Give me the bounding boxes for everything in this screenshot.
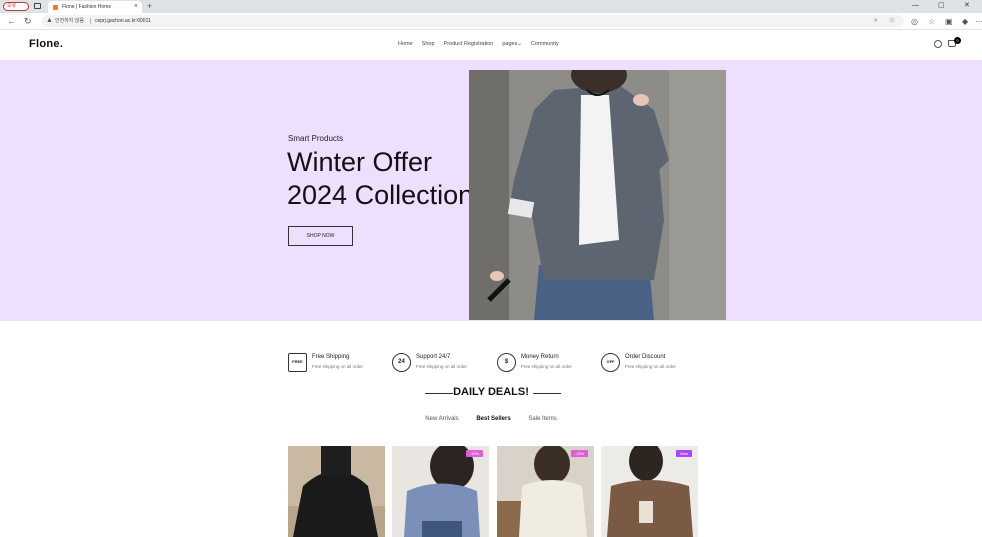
address-bar[interactable]: ▲ 안전하지 않음 ceprj.gachon.ac.kr:60011 ⌕ ☆ [42, 15, 904, 27]
product-card-3[interactable]: -10% [497, 446, 594, 537]
deals-divider-right [533, 393, 561, 394]
discount-icon: OFF [601, 353, 620, 372]
feature-money-return: $ Money Return Free shipping on all orde… [497, 353, 602, 377]
shop-now-button[interactable]: SHOP NOW [288, 226, 353, 246]
url-text[interactable]: ceprj.gachon.ac.kr:60011 [95, 15, 151, 27]
browser-tab-bar: 오류 Flone | Fashion Home × + — ▢ ✕ [0, 0, 982, 13]
close-window-button[interactable]: ✕ [964, 0, 970, 12]
back-icon[interactable]: ← [7, 16, 16, 27]
copilot-icon[interactable]: ◆ [962, 16, 968, 27]
nav-community[interactable]: Community [531, 40, 559, 48]
browser-tab[interactable]: Flone | Fashion Home × [48, 1, 142, 13]
feature-desc: Free shipping on all order [521, 364, 573, 369]
feature-title: Free Shipping [312, 354, 350, 360]
tab-actions-icon[interactable] [34, 3, 41, 9]
nav-pages-label: pages [502, 41, 518, 47]
site-logo[interactable]: Flone. [29, 38, 63, 50]
hero-banner: Smart Products Winter Offer 2024 Collect… [0, 60, 982, 321]
product-image[interactable] [601, 446, 698, 537]
security-warning[interactable]: 안전하지 않음 [55, 15, 84, 27]
product-image[interactable] [497, 446, 594, 537]
profile-error-button[interactable]: 오류 [3, 2, 29, 11]
feature-order-discount: OFF Order Discount Free shipping on all … [601, 353, 706, 377]
new-tab-button[interactable]: + [147, 0, 152, 12]
nav-pages[interactable]: pages⌄ [502, 40, 522, 48]
favicon-icon [53, 5, 58, 10]
feature-desc: Free shipping on all order [416, 364, 468, 369]
url-separator [90, 18, 91, 24]
collections-icon[interactable]: ▣ [945, 16, 953, 27]
product-image[interactable] [392, 446, 489, 537]
tab-new-arrivals[interactable]: New Arrivals [425, 416, 458, 422]
tab-best-sellers[interactable]: Best Sellers [476, 416, 510, 422]
truck-icon: FREE [288, 353, 307, 372]
more-menu-icon[interactable]: ⋯ [975, 16, 982, 27]
tab-sale-items[interactable]: Sale Items [528, 416, 556, 422]
bookmark-star-icon[interactable]: ☆ [889, 15, 895, 27]
cart-count-badge: 0 [954, 37, 961, 44]
nav-shop[interactable]: Shop [422, 40, 435, 48]
feature-title: Money Return [521, 354, 559, 360]
feature-desc: Free shipping on all order [625, 364, 677, 369]
hero-subtitle: Smart Products [288, 134, 344, 143]
discount-badge: -10% [570, 450, 588, 457]
tab-close-icon[interactable]: × [134, 1, 138, 13]
nav-home[interactable]: Home [398, 40, 413, 48]
user-icon[interactable] [934, 40, 942, 48]
daily-deals-title: DAILY DEALS! [453, 386, 529, 398]
hero-title: Winter Offer 2024 Collection [287, 146, 473, 212]
warning-icon[interactable]: ▲ [46, 17, 53, 25]
product-card-1[interactable] [288, 446, 385, 537]
maximize-button[interactable]: ▢ [938, 0, 945, 12]
zoom-icon[interactable]: ⌕ [874, 15, 878, 27]
main-nav: Home Shop Product Registration pages⌄ Co… [398, 40, 559, 48]
support-24-icon: 24 [392, 353, 411, 372]
discount-badge: -10% [465, 450, 483, 457]
new-badge: New [675, 450, 692, 457]
deal-tabs: New Arrivals Best Sellers Sale Items [0, 416, 982, 422]
browser-toolbar: ← ↻ ▲ 안전하지 않음 ceprj.gachon.ac.kr:60011 ⌕… [0, 13, 982, 30]
reload-icon[interactable]: ↻ [24, 16, 32, 27]
product-image[interactable] [288, 446, 385, 537]
feature-free-shipping: FREE Free Shipping Free shipping on all … [288, 353, 393, 377]
feature-title: Order Discount [625, 354, 666, 360]
product-card-4[interactable]: New [601, 446, 698, 537]
favorites-icon[interactable]: ☆ [928, 16, 935, 27]
hero-title-line2: 2024 Collection [287, 180, 474, 210]
hero-title-line1: Winter Offer [287, 147, 433, 177]
minimize-button[interactable]: — [912, 0, 919, 12]
nav-product-registration[interactable]: Product Registration [444, 40, 494, 48]
feature-title: Support 24/7 [416, 354, 451, 360]
extension-icon[interactable]: ◎ [911, 16, 918, 27]
site-header: Flone. Home Shop Product Registration pa… [0, 30, 982, 60]
money-return-icon: $ [497, 353, 516, 372]
hero-model-photo [469, 70, 726, 320]
feature-support: 24 Support 24/7 Free shipping on all ord… [392, 353, 497, 377]
feature-desc: Free shipping on all order [312, 364, 364, 369]
profile-label: 오류 [7, 3, 17, 9]
tab-title: Flone | Fashion Home [62, 4, 112, 10]
product-card-2[interactable]: -10% [392, 446, 489, 537]
chevron-down-icon: ⌄ [517, 41, 522, 47]
